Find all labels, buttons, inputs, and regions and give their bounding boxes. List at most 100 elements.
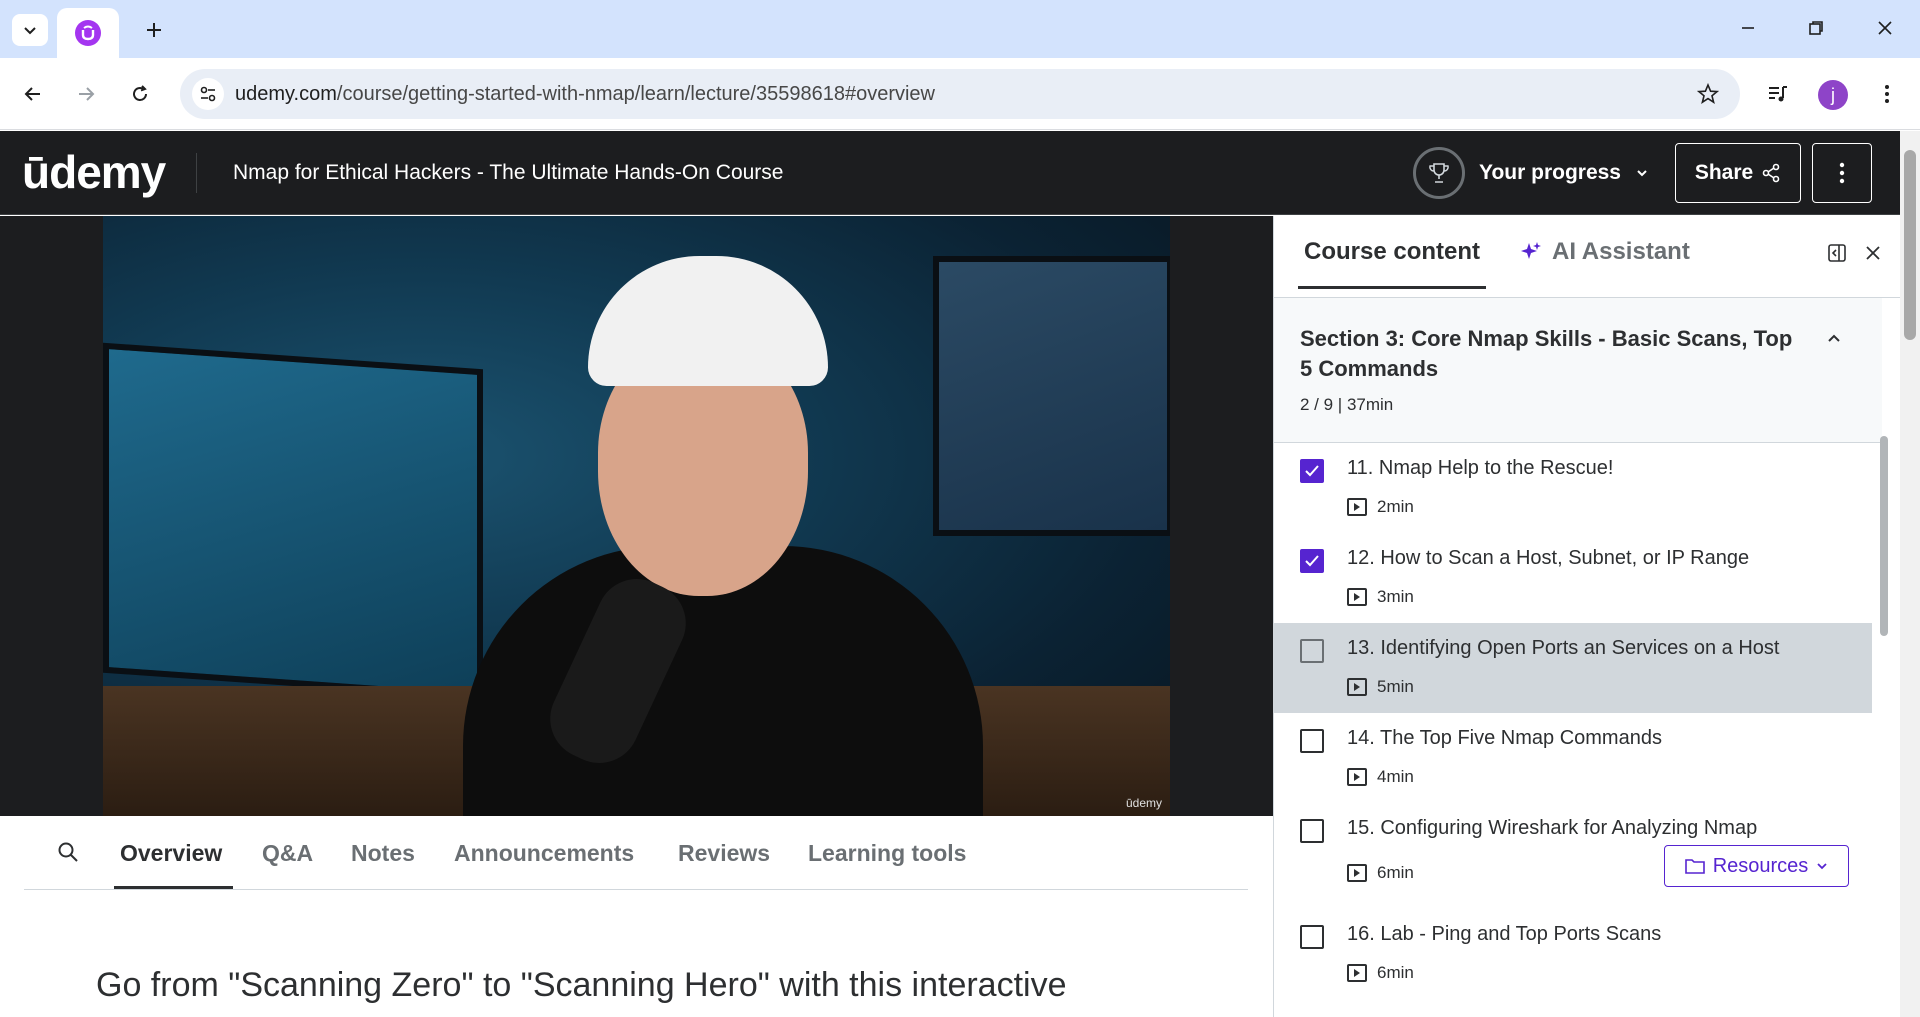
search-icon — [58, 842, 78, 862]
arrow-right-icon — [79, 87, 95, 101]
url-text[interactable]: udemy.com/course/getting-started-with-nm… — [235, 83, 935, 106]
restore-button[interactable] — [1788, 8, 1844, 48]
tab-qa[interactable]: Q&A — [262, 840, 313, 867]
tab-learning-tools[interactable]: Learning tools — [808, 840, 966, 867]
video-monitor2-shape — [933, 256, 1170, 536]
video-person-cap — [588, 256, 828, 386]
tab-announcements[interactable]: Announcements — [454, 840, 634, 867]
lecture-checkbox[interactable] — [1300, 819, 1324, 843]
course-content-sidebar: Course content AI Assistant Section 3: C… — [1273, 216, 1901, 1017]
chevron-down-icon — [1817, 863, 1827, 870]
collapse-section-button[interactable] — [1819, 324, 1849, 354]
trophy-icon — [1429, 163, 1449, 183]
lecture-item[interactable]: 11. Nmap Help to the Rescue! 2min — [1274, 443, 1872, 533]
share-icon — [1762, 163, 1780, 183]
search-tab[interactable] — [54, 838, 82, 866]
tab-ai-assistant[interactable]: AI Assistant — [1520, 238, 1690, 266]
progress-label: Your progress — [1479, 161, 1621, 184]
video-play-icon — [1347, 864, 1367, 882]
lecture-tabs: Overview Q&A Notes Announcements Reviews… — [24, 816, 1248, 890]
tab-search-button[interactable] — [12, 14, 48, 46]
lecture-meta: 6min — [1347, 963, 1414, 983]
ai-assistant-label: AI Assistant — [1552, 238, 1690, 265]
lecture-item[interactable]: 14. The Top Five Nmap Commands 4min — [1274, 713, 1872, 803]
media-controls-button[interactable] — [1758, 74, 1798, 114]
arrow-left-icon — [24, 87, 40, 101]
tab-overview[interactable]: Overview — [120, 840, 222, 867]
star-icon — [1697, 83, 1719, 104]
progress-ring — [1413, 147, 1465, 199]
checkmark-icon — [1305, 555, 1319, 567]
dock-sidebar-button[interactable] — [1822, 238, 1852, 268]
sidebar-scrollbar-thumb[interactable] — [1880, 436, 1888, 636]
close-window-button[interactable] — [1857, 8, 1913, 48]
lecture-title: 14. The Top Five Nmap Commands — [1347, 727, 1662, 749]
close-icon — [1878, 21, 1892, 35]
section-header[interactable]: Section 3: Core Nmap Skills - Basic Scan… — [1274, 298, 1882, 443]
lecture-checkbox[interactable] — [1300, 729, 1324, 753]
lecture-title: 11. Nmap Help to the Rescue! — [1347, 457, 1614, 479]
page-scrollbar-thumb[interactable] — [1904, 150, 1916, 340]
restore-icon — [1809, 21, 1823, 35]
lecture-meta: 6min — [1347, 863, 1414, 883]
close-sidebar-button[interactable] — [1858, 238, 1888, 268]
resources-button[interactable]: Resources — [1664, 845, 1849, 887]
reload-button[interactable] — [120, 74, 160, 114]
udemy-logo[interactable]: ūdemy — [22, 145, 166, 199]
folder-icon — [1684, 859, 1705, 874]
lecture-item-current[interactable]: 13. Identifying Open Ports an Services o… — [1274, 623, 1872, 713]
overview-heading: Go from "Scanning Zero" to "Scanning Her… — [96, 966, 1067, 1004]
lecture-checkbox[interactable] — [1300, 925, 1324, 949]
new-tab-button[interactable] — [136, 12, 172, 48]
video-player[interactable]: ūdemy — [0, 216, 1273, 816]
sidebar-scrollbar[interactable] — [1876, 298, 1888, 1017]
kebab-menu-icon — [1839, 162, 1845, 184]
tab-reviews[interactable]: Reviews — [678, 840, 770, 867]
kebab-menu-icon — [1885, 85, 1889, 103]
plus-icon — [147, 23, 161, 37]
sidebar-active-indicator — [1298, 286, 1486, 289]
profile-avatar[interactable]: j — [1818, 80, 1848, 110]
url-domain: udemy.com — [235, 83, 337, 105]
lecture-meta: 4min — [1347, 767, 1414, 787]
address-bar[interactable]: udemy.com/course/getting-started-with-nm… — [180, 69, 1740, 119]
chevron-up-icon — [1828, 334, 1840, 342]
lecture-item[interactable]: 12. How to Scan a Host, Subnet, or IP Ra… — [1274, 533, 1872, 623]
active-tab-indicator — [114, 886, 233, 889]
logo-text: ūdemy — [22, 146, 166, 198]
video-watermark: ūdemy — [1125, 796, 1162, 810]
forward-button[interactable] — [66, 74, 106, 114]
tab-notes[interactable]: Notes — [351, 840, 415, 867]
playlist-music-icon — [1769, 86, 1787, 102]
video-frame[interactable]: ūdemy — [103, 216, 1170, 816]
progress-dropdown[interactable]: Your progress — [1413, 147, 1649, 199]
lecture-duration: 5min — [1377, 677, 1414, 696]
lecture-item[interactable]: 16. Lab - Ping and Top Ports Scans 6min — [1274, 909, 1872, 999]
video-play-icon — [1347, 588, 1367, 606]
minimize-button[interactable] — [1720, 8, 1776, 48]
share-button[interactable]: Share — [1675, 143, 1801, 203]
lecture-title: 15. Configuring Wireshark for Analyzing … — [1347, 817, 1758, 839]
lecture-checkbox[interactable] — [1300, 549, 1324, 573]
lecture-title: 16. Lab - Ping and Top Ports Scans — [1347, 923, 1662, 945]
site-info-button[interactable] — [192, 78, 224, 110]
back-button[interactable] — [13, 74, 53, 114]
tab-course-content[interactable]: Course content — [1304, 238, 1480, 266]
lecture-item[interactable]: 15. Configuring Wireshark for Analyzing … — [1274, 803, 1872, 909]
more-options-button[interactable] — [1812, 143, 1872, 203]
browser-toolbar: udemy.com/course/getting-started-with-nm… — [0, 58, 1920, 130]
header-divider — [196, 153, 197, 193]
browser-menu-button[interactable] — [1867, 74, 1907, 114]
share-label: Share — [1694, 161, 1754, 184]
course-title[interactable]: Nmap for Ethical Hackers - The Ultimate … — [233, 161, 783, 185]
dock-panel-icon — [1828, 244, 1846, 262]
lecture-title: 12. How to Scan a Host, Subnet, or IP Ra… — [1347, 547, 1750, 569]
tune-icon — [200, 86, 216, 102]
chevron-down-icon — [1637, 170, 1647, 177]
browser-tab-udemy[interactable] — [57, 8, 119, 58]
lecture-title: 13. Identifying Open Ports an Services o… — [1347, 637, 1780, 659]
lecture-checkbox[interactable] — [1300, 459, 1324, 483]
lecture-duration: 2min — [1377, 497, 1414, 516]
lecture-checkbox[interactable] — [1300, 639, 1324, 663]
bookmark-button[interactable] — [1694, 80, 1722, 108]
